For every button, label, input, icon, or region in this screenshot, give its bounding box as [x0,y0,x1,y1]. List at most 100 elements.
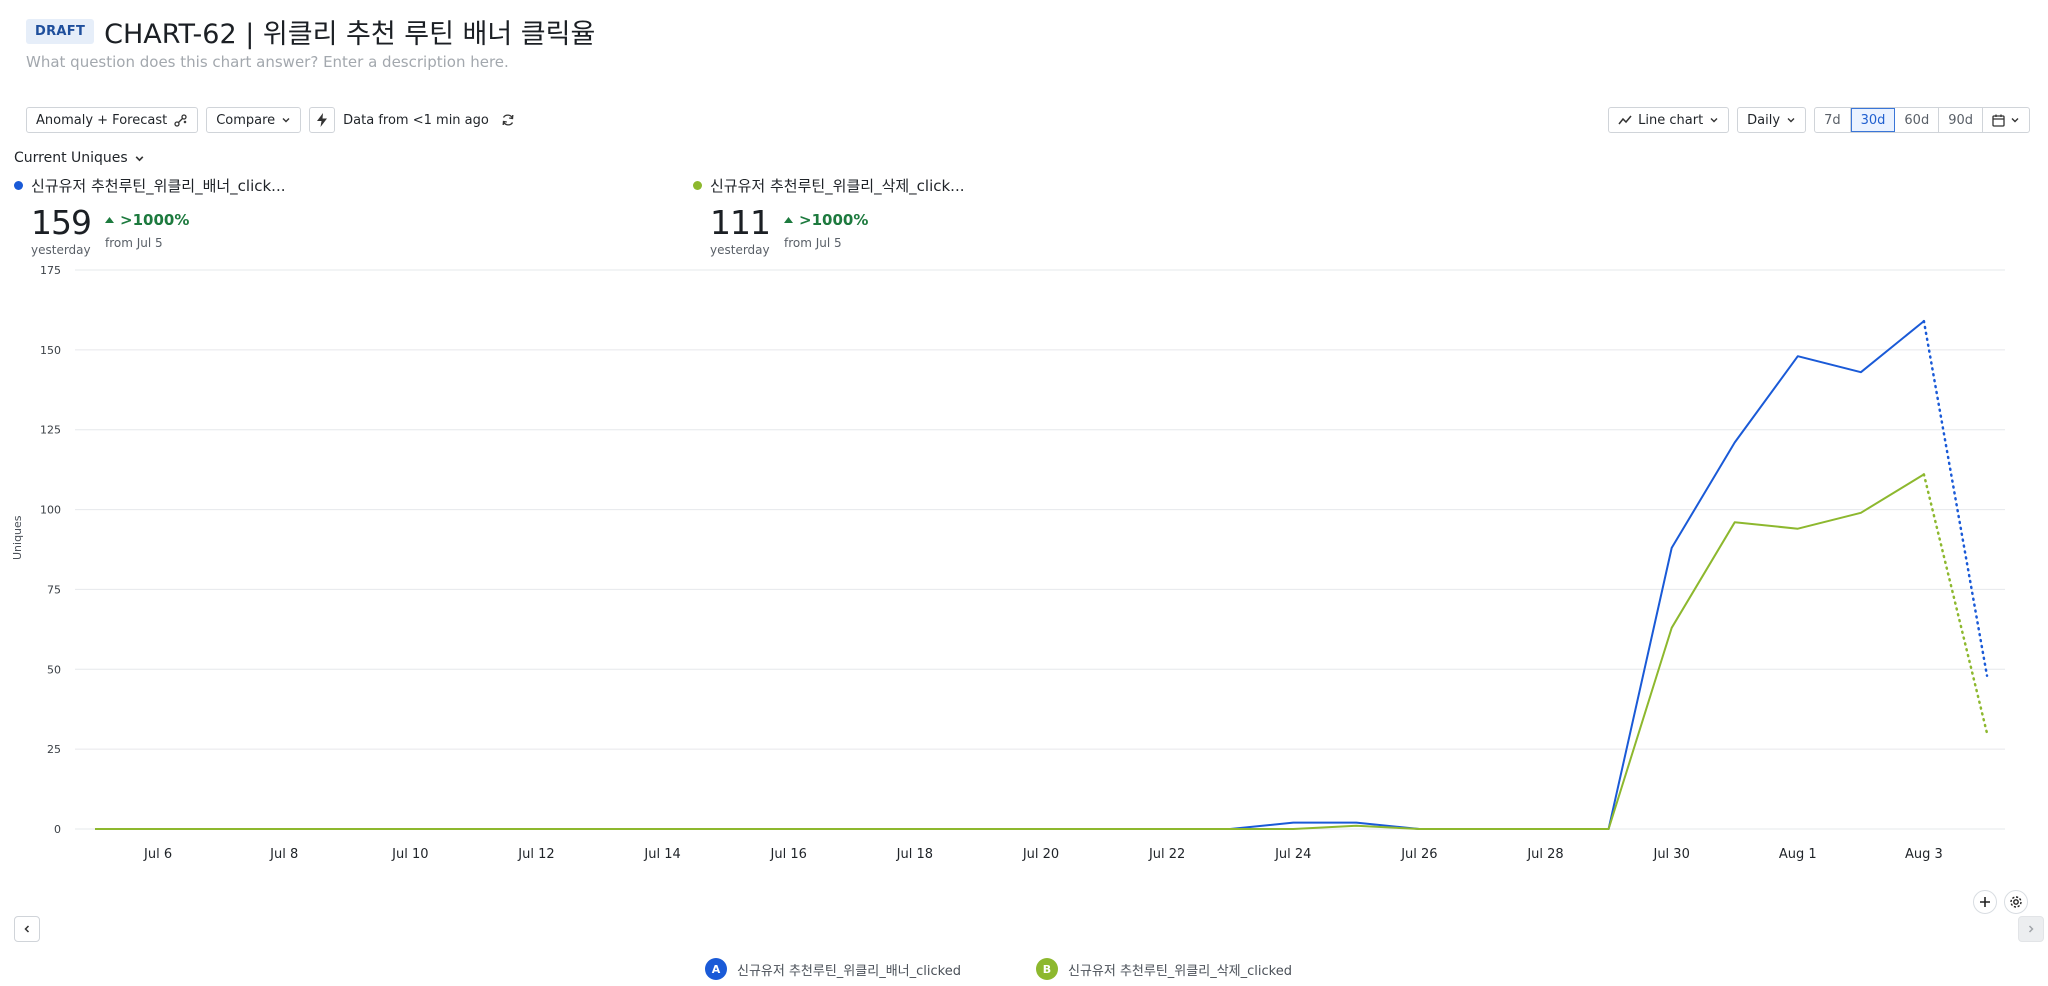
series-card-b[interactable]: 신규유저 추천루틴_위클리_삭제_click... 111 yesterday … [693,175,965,257]
series-delta-from: from Jul 5 [784,236,842,250]
chevron-down-icon [134,153,145,164]
series-card-header: 신규유저 추천루틴_위클리_배너_click... [14,175,286,196]
series-delta-block: >1000% from Jul 5 [105,206,189,250]
chart-settings-button[interactable] [2004,890,2028,914]
x-tick-label: Jul 16 [770,847,807,862]
arrow-up-icon [105,217,114,223]
draft-badge: DRAFT [26,19,95,44]
y-tick-label: 25 [47,743,61,756]
compare-button[interactable]: Compare [206,107,302,133]
description-field[interactable]: What question does this chart answer? En… [26,53,509,71]
anomaly-forecast-button[interactable]: Anomaly + Forecast [26,107,199,133]
plus-icon [1980,897,1990,907]
series-name: 신규유저 추천루틴_위클리_삭제_click... [710,177,965,195]
y-tick-label: 150 [40,344,61,357]
legend-label: 신규유저 추천루틴_위클리_삭제_clicked [1068,963,1292,979]
interval-label: Daily [1747,112,1781,128]
date-range-selector: 7d 30d 60d 90d [1814,107,2030,133]
forecast-icon [173,113,188,128]
series-delta-from: from Jul 5 [105,236,163,250]
series-line-b [95,473,1925,830]
series-incomplete-line-b [1922,473,1989,735]
chart-type-label: Line chart [1638,112,1704,128]
interval-select[interactable]: Daily [1737,107,1807,133]
x-tick-label: Jul 8 [269,847,298,862]
lightning-icon [316,113,328,127]
y-tick-label: 50 [47,663,61,676]
y-tick-label: 75 [47,583,61,596]
line-chart-icon [1618,114,1632,126]
arrow-up-icon [784,217,793,223]
chevron-down-icon [1709,115,1719,125]
x-tick-label: Jul 24 [1274,847,1311,862]
series-name: 신규유저 추천루틴_위클리_배너_click... [31,177,286,195]
compare-label: Compare [216,112,276,128]
x-tick-label: Jul 14 [643,847,680,862]
range-60d-button[interactable]: 60d [1895,108,1940,132]
gear-icon [2010,896,2022,908]
calendar-icon [1992,114,2005,127]
x-tick-label: Jul 26 [1400,847,1437,862]
chart-toolbar-left: Anomaly + Forecast Compare Data from <1 … [26,107,515,133]
series-card-a[interactable]: 신규유저 추천루틴_위클리_배너_click... 159 yesterday … [14,175,286,257]
x-tick-label: Jul 18 [896,847,933,862]
refresh-icon[interactable] [501,113,515,127]
scroll-left-button[interactable] [14,916,40,942]
legend-item-b[interactable]: B 신규유저 추천루틴_위클리_삭제_clicked [1036,958,1292,980]
chevron-left-icon [24,925,30,933]
series-stats: 111 yesterday >1000% from Jul 5 [710,203,965,258]
series-color-dot [693,181,702,190]
series-color-dot [14,181,23,190]
x-tick-label: Aug 3 [1905,847,1943,862]
legend-badge: A [705,958,727,980]
x-tick-label: Aug 1 [1779,847,1817,862]
y-tick-label: 175 [40,264,61,277]
x-tick-label: Jul 6 [143,847,172,862]
legend-item-a[interactable]: A 신규유저 추천루틴_위클리_배너_clicked [705,958,961,980]
legend-label: 신규유저 추천루틴_위클리_배너_clicked [737,963,961,979]
chevron-down-icon [281,115,291,125]
add-annotation-button[interactable] [1973,890,1997,914]
chart-header: DRAFT CHART-62 | 위클리 추천 루틴 배너 클릭율 [26,12,595,51]
y-tick-label: 125 [40,424,61,437]
series-value: 111 [710,203,771,242]
anomaly-forecast-label: Anomaly + Forecast [36,112,168,128]
data-freshness-text: Data from <1 min ago [343,112,489,128]
chevron-down-icon [2010,115,2020,125]
chevron-right-icon [2028,925,2034,933]
chart-type-select[interactable]: Line chart [1608,107,1730,133]
series-stats: 159 yesterday >1000% from Jul 5 [31,203,286,258]
series-value: 159 [31,203,92,242]
y-tick-label: 0 [54,823,61,836]
series-line-a [95,320,1925,830]
series-value-block: 111 yesterday [710,203,771,258]
x-tick-label: Jul 22 [1148,847,1185,862]
line-chart: 0 25 50 75 100 125 150 175 Jul 6 Jul 8 Jul 10 Jul 1… [40,264,2005,862]
range-7d-button[interactable]: 7d [1815,108,1851,132]
chevron-down-icon [1786,115,1796,125]
series-delta: >1000% [105,211,189,229]
series-card-header: 신규유저 추천루틴_위클리_삭제_click... [693,175,965,196]
chart-toolbar-right: Line chart Daily 7d 30d 60d 90d [1608,107,2030,133]
y-tick-label: 100 [40,504,61,517]
series-delta: >1000% [784,211,868,229]
series-delta-block: >1000% from Jul 5 [784,206,868,250]
x-tick-label: Jul 28 [1526,847,1563,862]
custom-date-button[interactable] [1983,108,2029,132]
series-value-block: 159 yesterday [31,203,92,258]
range-30d-button[interactable]: 30d [1850,108,1896,132]
x-tick-label: Jul 30 [1652,847,1689,862]
series-incomplete-line-a [1922,319,1989,677]
series-delta-value: >1000% [799,211,869,229]
page-title[interactable]: CHART-62 | 위클리 추천 루틴 배너 클릭율 [104,12,595,51]
series-delta-value: >1000% [120,211,190,229]
lightning-button[interactable] [309,107,336,133]
metric-select[interactable]: Current Uniques [14,150,145,166]
metric-label: Current Uniques [14,150,128,166]
scroll-right-button[interactable] [2018,916,2044,942]
range-90d-button[interactable]: 90d [1939,108,1983,132]
legend-badge: B [1036,958,1058,980]
x-tick-label: Jul 10 [391,847,428,862]
x-tick-label: Jul 20 [1022,847,1059,862]
x-tick-label: Jul 12 [517,847,554,862]
